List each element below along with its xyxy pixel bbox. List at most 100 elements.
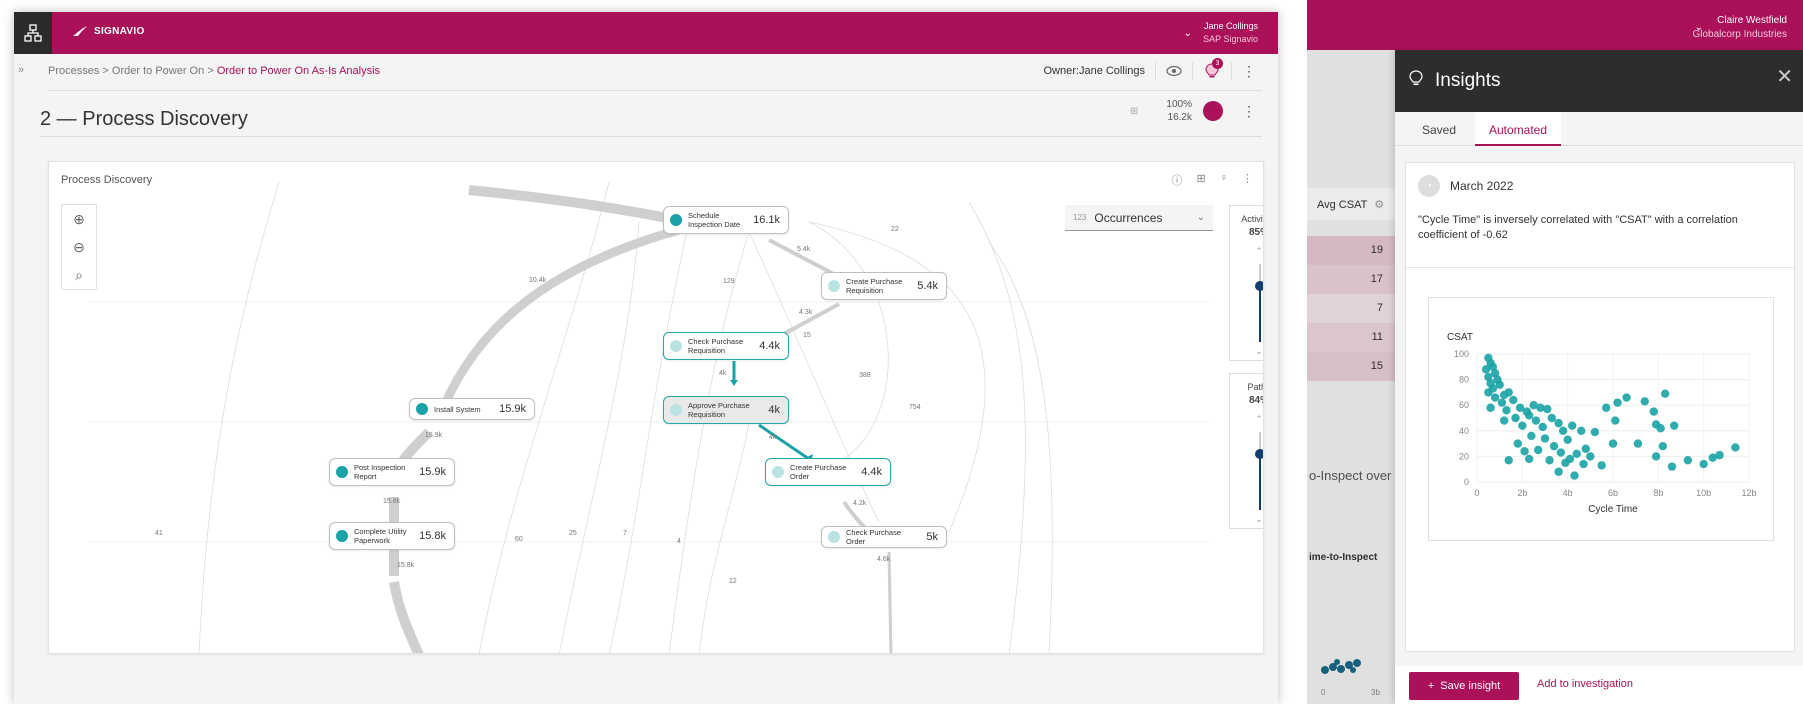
- tab-saved[interactable]: Saved: [1409, 112, 1469, 146]
- edge-label: 4.2k: [853, 500, 867, 507]
- edge-label: 60: [515, 536, 523, 543]
- user-menu[interactable]: Jane Collings SAP Signavio: [1203, 20, 1258, 46]
- info-icon[interactable]: ⓘ: [1172, 172, 1183, 188]
- scatter-point: [1511, 413, 1520, 423]
- scatter-point: [1633, 439, 1643, 448]
- scatter-point: [1500, 416, 1509, 425]
- apps-home-button[interactable]: [14, 12, 52, 54]
- coverage-percent: 100%: [1166, 99, 1192, 110]
- eye-icon[interactable]: [1166, 65, 1182, 77]
- notification-badge: 3: [1212, 58, 1223, 69]
- zoom-out-icon[interactable]: ⊖: [62, 233, 96, 261]
- expand-icon[interactable]: ⊞: [1130, 106, 1138, 117]
- activity-dot: [336, 466, 348, 478]
- scatter-point: [1608, 439, 1618, 448]
- breadcrumb-order-to-power-on[interactable]: Order to Power On: [112, 65, 204, 77]
- insights-header: Insights ✕: [1395, 50, 1803, 112]
- fit-to-screen-icon[interactable]: ⌕: [62, 261, 96, 289]
- scatter-point: [1543, 404, 1552, 414]
- scatter-point: [1590, 427, 1600, 437]
- activity-node-schedule-inspection-date[interactable]: Schedule Inspection Date 16.1k: [663, 206, 789, 234]
- process-flow-graph: [89, 181, 1209, 653]
- metric-select[interactable]: 123 Occurrences ⌄: [1065, 205, 1213, 231]
- insights-panel: Insights ✕ Saved Automated ◔ March 2022 …: [1395, 50, 1803, 704]
- paths-label: Paths: [1247, 382, 1263, 392]
- activity-node-post-inspection-report[interactable]: Post Inspection Report 15.9k: [329, 458, 455, 486]
- scatter-point: [1497, 398, 1507, 407]
- user-menu[interactable]: Claire Westfield Globalcorp Industries: [1693, 14, 1788, 42]
- save-insight-button[interactable]: + Save insight: [1409, 672, 1519, 700]
- close-icon[interactable]: ✕: [1776, 64, 1793, 89]
- scatter-point: [1586, 452, 1595, 461]
- scatter-point: [1534, 445, 1543, 455]
- scatter-point: [1563, 435, 1572, 444]
- signavio-logo[interactable]: SIGNAVIO: [72, 25, 145, 37]
- scatter-point: [1667, 462, 1677, 471]
- activities-up-icon[interactable]: ⌃: [1230, 246, 1263, 257]
- scatter-point: [1520, 447, 1529, 456]
- x-tick-label: 4b: [1563, 488, 1573, 498]
- scatter-point: [1504, 456, 1513, 465]
- user-org: Globalcorp Industries: [1692, 29, 1788, 40]
- activity-node-check-purchase-requisition[interactable]: Check Purchase Requisition 4.4k: [663, 332, 789, 360]
- breadcrumb-current[interactable]: Order to Power On As-Is Analysis: [217, 65, 380, 77]
- scatter-point: [1640, 397, 1649, 406]
- paths-down-icon[interactable]: ⌄: [1230, 514, 1263, 525]
- expand-sidebar-icon[interactable]: »: [14, 64, 28, 76]
- activity-node-complete-utility-paperwork[interactable]: Complete Utility Paperwork 15.8k: [329, 522, 455, 550]
- activity-node-create-purchase-order[interactable]: Create Purchase Order 4.4k: [765, 458, 891, 486]
- activity-node-install-system[interactable]: Install System 15.9k: [409, 398, 535, 420]
- activities-fill: [1259, 285, 1261, 342]
- scatter-point: [1540, 434, 1550, 443]
- x-tick-label: 2b: [1517, 488, 1527, 498]
- scatter-point: [1699, 459, 1708, 469]
- activity-node-create-purchase-requisition[interactable]: Create Purchase Requisition 5.4k: [821, 272, 947, 300]
- paths-handle[interactable]: [1255, 449, 1263, 460]
- top-header-right: ⌄ Claire Westfield Globalcorp Industries: [1307, 0, 1803, 50]
- scatter-point: [1581, 444, 1590, 453]
- panel-more-icon[interactable]: ⋮: [1242, 172, 1253, 188]
- breadcrumb-processes[interactable]: Processes: [48, 65, 99, 77]
- activity-dot: [670, 340, 682, 352]
- insights-list: ◔ March 2022 "Cycle Time" is inversely c…: [1395, 146, 1803, 666]
- insight-bulb-icon[interactable]: ♀: [1220, 172, 1228, 188]
- insights-bulb-button[interactable]: 3: [1203, 58, 1223, 81]
- edge-label: 15.8k: [397, 562, 415, 569]
- edge-label: 7: [623, 530, 627, 537]
- more-options-icon[interactable]: ⋮: [1242, 63, 1256, 80]
- y-tick-label: 80: [1459, 375, 1469, 385]
- x-axis-label: Cycle Time: [1588, 504, 1638, 515]
- activities-label: Activities: [1241, 214, 1263, 224]
- coverage-count: 16.2k: [1167, 112, 1192, 123]
- add-to-investigation-link[interactable]: Add to investigation: [1537, 678, 1633, 690]
- activities-handle[interactable]: [1255, 280, 1263, 291]
- signavio-bird-icon: [73, 26, 87, 36]
- title-more-icon[interactable]: ⋮: [1242, 103, 1256, 120]
- scatter-point: [1558, 426, 1568, 435]
- edge-label: 22: [891, 226, 899, 233]
- scatter-point: [1715, 450, 1724, 460]
- expand-panel-icon[interactable]: ⊞: [1197, 172, 1206, 188]
- scatter-point: [1568, 421, 1577, 430]
- insights-title: Insights: [1435, 70, 1501, 91]
- user-name: Claire Westfield: [1717, 15, 1787, 26]
- user-org: SAP Signavio: [1203, 34, 1258, 44]
- scatter-point: [1531, 416, 1541, 425]
- activities-down-icon[interactable]: ⌄: [1230, 346, 1263, 357]
- zoom-in-icon[interactable]: ⊕: [62, 205, 96, 233]
- user-menu-chevron-icon[interactable]: ⌄: [1184, 28, 1192, 39]
- scatter-point: [1538, 422, 1547, 432]
- zoom-controls: ⊕ ⊖ ⌕: [61, 204, 97, 290]
- insight-card-header: ◔ March 2022: [1418, 175, 1513, 197]
- activity-node-approve-purchase-requisition[interactable]: Approve Purchase Requisition 4k: [663, 396, 789, 424]
- tab-automated[interactable]: Automated: [1475, 112, 1561, 146]
- paths-up-icon[interactable]: ⌃: [1230, 414, 1263, 425]
- edge-label: 4k: [719, 370, 727, 377]
- activity-node-check-purchase-order[interactable]: Check Purchase Order 5k: [821, 526, 947, 548]
- edge-label: 4: [677, 538, 681, 545]
- scatter-point: [1504, 388, 1513, 397]
- insight-description: "Cycle Time" is inversely correlated wit…: [1418, 214, 1738, 241]
- insight-card: ◔ March 2022 "Cycle Time" is inversely c…: [1405, 162, 1795, 652]
- scatter-point: [1622, 393, 1631, 402]
- edge-label: 25: [569, 530, 577, 537]
